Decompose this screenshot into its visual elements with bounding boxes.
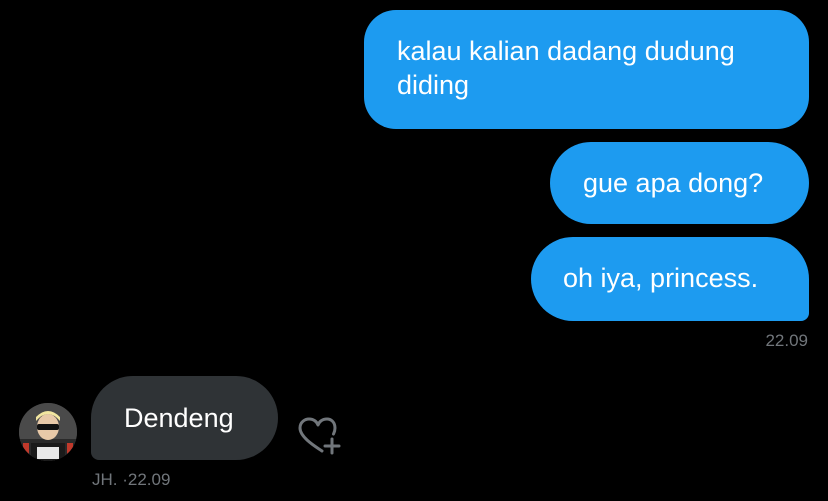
message-timestamp: 22.09 [765,331,808,350]
sender-avatar[interactable] [19,403,77,461]
heart-plus-icon [298,417,341,455]
outgoing-message-bubble[interactable]: oh iya, princess. [531,237,809,321]
avatar-image [19,403,77,461]
message-text: oh iya, princess. [563,263,759,293]
add-reaction-button[interactable] [298,417,342,457]
incoming-message-bubble[interactable]: Dendeng [91,376,278,460]
outgoing-message-bubble[interactable]: gue apa dong? [550,142,809,224]
message-text: gue apa dong? [583,168,764,198]
message-text: kalau kalian dadang dudung diding [397,36,735,100]
message-text: Dendeng [124,403,234,433]
outgoing-message-bubble[interactable]: kalau kalian dadang dudung diding [364,10,809,129]
incoming-message-meta: JH. ·22.09 [92,470,171,489]
